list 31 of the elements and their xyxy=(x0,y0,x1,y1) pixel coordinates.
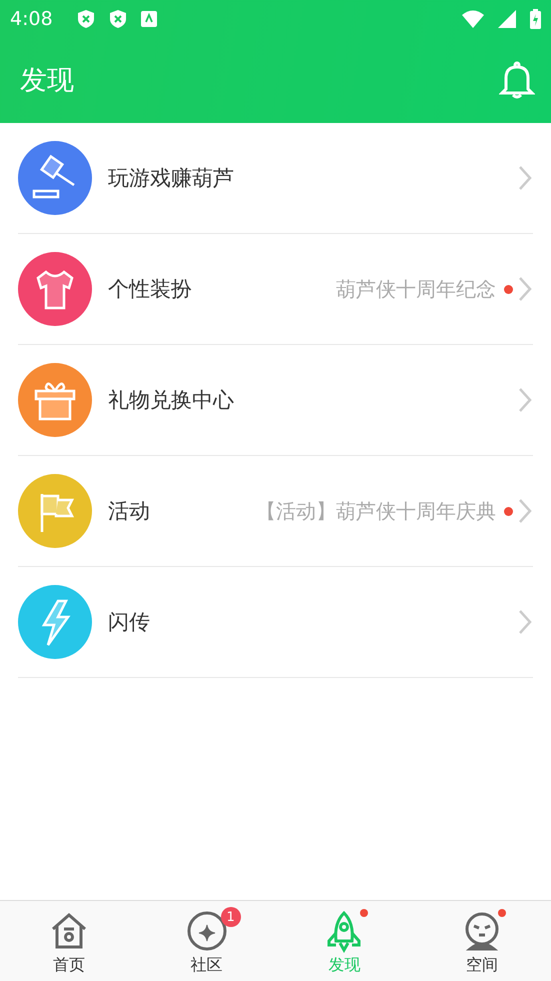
menu-label: 礼物兑换中心 xyxy=(108,387,235,414)
chevron-right-icon xyxy=(517,608,533,636)
chevron-right-icon xyxy=(517,164,533,192)
chevron-right-icon xyxy=(517,497,533,525)
menu-row[interactable]: 闪传 xyxy=(18,567,533,678)
menu-label: 玩游戏赚葫芦 xyxy=(108,165,235,192)
keyboard-icon xyxy=(140,10,157,26)
chevron-right-icon xyxy=(517,386,533,414)
menu-row[interactable]: 玩游戏赚葫芦 xyxy=(18,123,533,234)
signal-icon xyxy=(498,10,516,28)
status-time: 4:08 xyxy=(10,8,53,30)
chevron-right-icon xyxy=(517,275,533,303)
menu-label: 活动 xyxy=(108,498,151,525)
menu-detail: 【活动】葫芦侠十周年庆典 xyxy=(256,498,496,524)
count-badge: 1 xyxy=(220,907,241,927)
nav-tab[interactable]: 首页 xyxy=(0,901,138,981)
nav-tab[interactable]: 空间 xyxy=(413,901,551,981)
menu-row[interactable]: 礼物兑换中心 xyxy=(18,345,533,456)
menu-label: 闪传 xyxy=(108,609,151,636)
wifi-icon xyxy=(462,10,484,28)
menu-label: 个性装扮 xyxy=(108,276,193,303)
battery-icon xyxy=(530,8,541,28)
menu-detail: 葫芦侠十周年纪念 xyxy=(336,276,496,302)
shield-icon xyxy=(76,8,95,28)
menu-row[interactable]: 活动 【活动】葫芦侠十周年庆典 xyxy=(18,456,533,567)
bell-icon[interactable] xyxy=(499,61,535,99)
sparkle-icon xyxy=(184,909,229,953)
page-title: 发现 xyxy=(20,64,74,98)
nav-tab[interactable]: 1 社区 xyxy=(138,901,276,981)
menu-row[interactable]: 个性装扮 葫芦侠十周年纪念 xyxy=(18,234,533,345)
shield-icon xyxy=(108,8,127,28)
